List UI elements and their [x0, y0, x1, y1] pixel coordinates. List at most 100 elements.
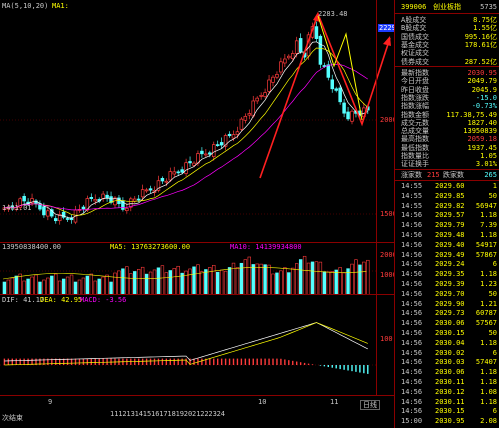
tick-volume: 7.39 — [480, 221, 497, 230]
info-label: B股成交 — [401, 24, 427, 33]
volume-bar — [192, 266, 196, 294]
month-tick: 10 — [258, 398, 267, 406]
candle — [239, 117, 244, 132]
macd-pane[interactable]: DIF: 41.17 DEA: 42.95 MACD: -3.56 100 — [0, 295, 394, 395]
tick-volume: 6 — [492, 407, 497, 416]
volume-bar — [105, 274, 109, 294]
tick-time: 14:56 — [401, 270, 423, 279]
dif-line — [4, 322, 368, 362]
tick-volume: 1.18 — [480, 211, 497, 220]
volume-bar — [152, 269, 157, 294]
candle — [105, 191, 109, 202]
tick-price: 2029.70 — [435, 289, 465, 298]
volume-bar — [164, 272, 169, 294]
month-tick: 9 — [48, 398, 53, 406]
volume-bar — [168, 270, 172, 294]
volume-bar — [223, 270, 228, 294]
candle — [287, 54, 291, 60]
tick-row[interactable]: 14:56 2030.11 1.18 — [395, 397, 499, 407]
macd-dif: DIF: 41.17 — [2, 296, 45, 304]
volume-bar — [176, 265, 180, 294]
tick-row[interactable]: 14:55 2029.60 1 — [395, 181, 499, 191]
stat-label: 指数涨幅 — [401, 102, 429, 111]
candle — [330, 74, 335, 93]
tick-row[interactable]: 14:56 2029.90 1.21 — [395, 299, 499, 309]
tick-row[interactable]: 14:56 2029.70 50 — [395, 289, 499, 299]
tick-row[interactable]: 14:56 2030.11 1.18 — [395, 377, 499, 387]
tick-volume: 1.23 — [480, 280, 497, 288]
volume-bar — [322, 271, 327, 294]
tick-price: 2029.73 — [435, 309, 465, 318]
tick-price: 2030.11 — [435, 378, 465, 386]
volume-bar — [125, 266, 129, 294]
ma1-label: MA1: — [52, 2, 69, 10]
stat-value: 3.01% — [475, 160, 497, 169]
volume-bar — [251, 264, 255, 294]
date-tick: 19 — [175, 410, 185, 418]
stat-value: 117.38,75.49 — [446, 110, 497, 119]
tick-row[interactable]: 14:56 2030.03 57407 — [395, 357, 499, 367]
date-tick: 11 — [110, 410, 119, 418]
trend-arrows — [259, 11, 391, 179]
volume-bar — [358, 264, 362, 294]
candle — [117, 194, 121, 208]
tick-row[interactable]: 14:56 2030.02 6 — [395, 348, 499, 358]
candle — [334, 86, 338, 93]
tick-row[interactable]: 14:55 2029.85 50 — [395, 191, 499, 201]
tick-row[interactable]: 14:56 2029.73 60787 — [395, 308, 499, 318]
stat-row: 指数涨幅 -0.73% — [395, 102, 499, 110]
volume-pane[interactable]: 13950838400.00 MA5: 13763273600.00 MA10:… — [0, 243, 394, 295]
ma10-line — [4, 47, 369, 216]
volume-bar — [354, 259, 358, 294]
tick-row[interactable]: 14:56 2029.40 54917 — [395, 240, 499, 250]
stat-label: 昨日收盘 — [401, 85, 429, 94]
volume-bar — [255, 263, 259, 294]
candle — [160, 176, 165, 184]
tick-row[interactable]: 14:56 2030.06 57567 — [395, 318, 499, 328]
volume-bar — [14, 275, 18, 294]
volume-bar — [294, 263, 299, 294]
volume-bar — [338, 267, 342, 294]
candle — [298, 33, 303, 54]
info-value: 995.16亿 — [464, 32, 497, 41]
price-chart-pane[interactable]: MA(5,10,20) MA1: 2283.48 1401.01 2229.4 … — [0, 0, 394, 243]
volume-bar — [148, 271, 153, 294]
candle — [113, 195, 117, 208]
volume-bar — [18, 273, 22, 294]
tick-row[interactable]: 14:56 2029.48 1.18 — [395, 230, 499, 240]
period-button[interactable]: 日线 — [360, 400, 380, 410]
tick-row[interactable]: 14:56 2030.15 50 — [395, 328, 499, 338]
candlestick-chart[interactable] — [0, 0, 394, 243]
volume-bar — [204, 269, 208, 294]
tick-row[interactable]: 14:56 2030.15 6 — [395, 406, 499, 416]
tick-row[interactable]: 14:56 2029.24 6 — [395, 259, 499, 269]
tick-time: 14:56 — [401, 221, 423, 230]
candle — [200, 147, 204, 158]
tick-row[interactable]: 14:56 2029.57 1.18 — [395, 210, 499, 220]
date-axis[interactable]: 次结束 11 12 13 14 15 16 17 18 19 20 21 22 23 24 9 10 11 日线 — [0, 395, 394, 428]
tick-row[interactable]: 14:55 2029.82 56947 — [395, 201, 499, 211]
date-tick: 15 — [142, 410, 152, 418]
tick-price: 2030.06 — [435, 319, 465, 328]
tick-price: 2030.12 — [435, 387, 465, 396]
volume-bar — [117, 270, 121, 294]
tick-row[interactable]: 14:56 2030.04 1.18 — [395, 338, 499, 348]
tick-row[interactable]: 14:56 2029.49 57867 — [395, 250, 499, 260]
tick-volume: 57407 — [475, 358, 497, 367]
tick-price: 2030.04 — [435, 338, 465, 347]
volume-bar — [50, 275, 54, 294]
volume-bar — [69, 274, 74, 294]
volume-bar — [283, 267, 287, 294]
stat-row: 指数量比 1.05 — [395, 152, 499, 160]
tick-volume: 60787 — [475, 309, 497, 318]
tick-row[interactable]: 14:56 2030.12 1.08 — [395, 387, 499, 397]
tick-row[interactable]: 14:56 2029.79 7.39 — [395, 220, 499, 230]
volume-bar — [287, 272, 291, 294]
volume-bar — [200, 271, 204, 294]
macd-dea: DEA: 42.95 — [40, 296, 83, 304]
tick-row[interactable]: 15:00 2030.95 2.08 — [395, 416, 499, 426]
tick-row[interactable]: 14:56 2030.06 1.18 — [395, 367, 499, 377]
tick-row[interactable]: 14:56 2029.39 1.23 — [395, 279, 499, 289]
tick-row[interactable]: 14:56 2029.35 1.18 — [395, 269, 499, 279]
info-row: 权证成交 — [395, 49, 499, 57]
